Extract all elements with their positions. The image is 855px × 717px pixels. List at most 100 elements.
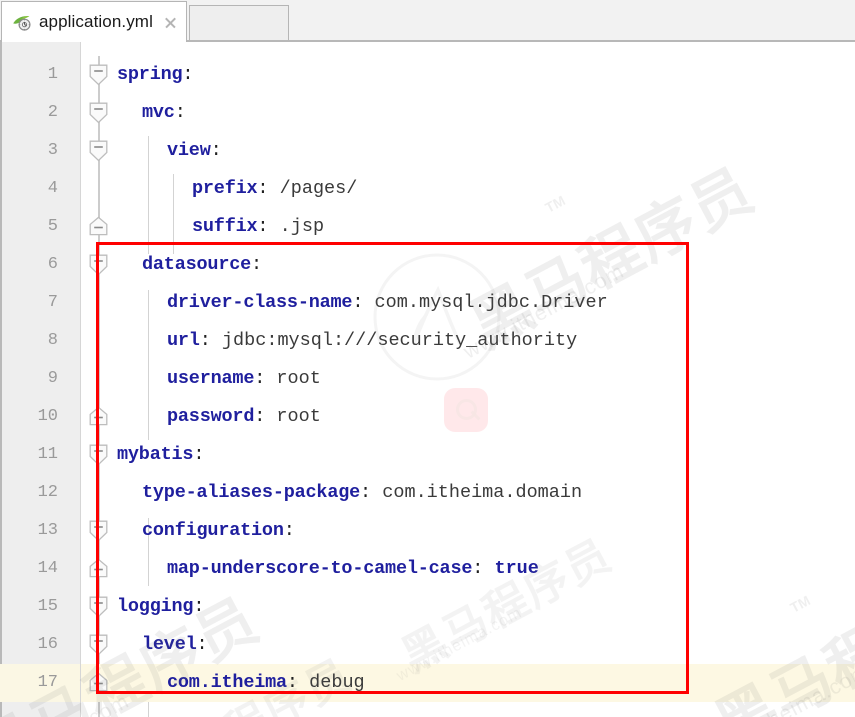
- line-number: 1: [47, 65, 58, 84]
- code-line[interactable]: 11 mybatis:: [0, 436, 855, 474]
- yaml-value: com.mysql.jdbc.Driver: [363, 292, 608, 313]
- yaml-colon: :: [251, 254, 263, 275]
- editor-tab-bar: application.yml: [0, 0, 855, 42]
- yaml-value: .jsp: [268, 216, 325, 237]
- code-line[interactable]: 15 logging:: [0, 588, 855, 626]
- fold-end-marker-icon[interactable]: [89, 216, 108, 237]
- yaml-value: jdbc:mysql:///security_authority: [210, 330, 578, 351]
- code-line-text: url: jdbc:mysql:///security_authority: [167, 322, 577, 360]
- yaml-key: suffix: [192, 216, 258, 237]
- code-line[interactable]: 6 datasource:: [0, 246, 855, 284]
- code-line-text: driver-class-name: com.mysql.jdbc.Driver: [167, 284, 608, 322]
- fold-collapse-icon[interactable]: [89, 520, 108, 542]
- code-line[interactable]: 1 spring:: [0, 56, 855, 94]
- fold-collapse-icon[interactable]: [89, 254, 108, 276]
- code-line-text: username: root: [167, 360, 321, 398]
- code-line[interactable]: 10 password: root: [0, 398, 855, 436]
- yaml-key: username: [167, 368, 255, 389]
- fold-collapse-icon[interactable]: [89, 596, 108, 618]
- yaml-colon: :: [257, 178, 269, 199]
- yaml-value: root: [265, 406, 321, 427]
- yaml-key: level: [142, 634, 197, 655]
- yaml-key: prefix: [192, 178, 258, 199]
- fold-end-marker-icon[interactable]: [89, 558, 108, 579]
- line-number: 5: [47, 217, 58, 236]
- code-line-text: com.itheima: debug: [167, 664, 365, 702]
- code-line[interactable]: 2 mvc:: [0, 94, 855, 132]
- code-line-text: password: root: [167, 398, 321, 436]
- line-number: 6: [47, 255, 58, 274]
- code-line[interactable]: 7 driver-class-name: com.mysql.jdbc.Drive…: [0, 284, 855, 322]
- close-icon[interactable]: [163, 15, 178, 30]
- code-editor[interactable]: 1 spring: 2 mvc: 3 view: 4 prefix: /pages/5 suff…: [0, 42, 855, 717]
- yaml-colon: :: [196, 634, 208, 655]
- fold-collapse-icon[interactable]: [89, 444, 108, 466]
- line-number: 10: [37, 407, 58, 426]
- code-line[interactable]: 3 view:: [0, 132, 855, 170]
- line-number: 7: [47, 293, 58, 312]
- code-line-text: map-underscore-to-camel-case: true: [167, 550, 539, 588]
- code-line[interactable]: 4 prefix: /pages/: [0, 170, 855, 208]
- line-number: 12: [37, 483, 58, 502]
- yaml-key: mvc: [142, 102, 175, 123]
- line-number: 3: [47, 141, 58, 160]
- fold-end-marker-icon[interactable]: [89, 672, 108, 693]
- yaml-value: com.itheima.domain: [371, 482, 583, 503]
- code-line-text: datasource:: [142, 246, 262, 284]
- line-number: 13: [37, 521, 58, 540]
- code-line-text: mvc:: [142, 94, 186, 132]
- line-number: 14: [37, 559, 58, 578]
- spring-yaml-file-icon: [11, 11, 33, 33]
- code-line-text: configuration:: [142, 512, 295, 550]
- code-line[interactable]: 12 type-aliases-package: com.itheima.doma…: [0, 474, 855, 512]
- code-line[interactable]: 9 username: root: [0, 360, 855, 398]
- yaml-key: datasource: [142, 254, 252, 275]
- line-number: 11: [37, 445, 58, 464]
- yaml-key: driver-class-name: [167, 292, 353, 313]
- yaml-colon: :: [352, 292, 364, 313]
- yaml-colon: :: [360, 482, 372, 503]
- line-number: 16: [37, 635, 58, 654]
- fold-collapse-icon[interactable]: [89, 102, 108, 124]
- yaml-value: root: [265, 368, 321, 389]
- yaml-value: true: [483, 558, 539, 579]
- yaml-value: /pages/: [268, 178, 358, 199]
- ide-editor-window: application.yml 1 spring: 2 mvc: 3 view: 4 pref…: [0, 0, 855, 717]
- fold-collapse-icon[interactable]: [89, 64, 108, 86]
- yaml-key: view: [167, 140, 211, 161]
- tab-bar-filler: [188, 5, 289, 41]
- code-line[interactable]: 13 configuration:: [0, 512, 855, 550]
- yaml-colon: :: [472, 558, 484, 579]
- code-line-text: suffix: .jsp: [192, 208, 324, 246]
- code-line[interactable]: 14 map-underscore-to-camel-case: true: [0, 550, 855, 588]
- code-line-text: prefix: /pages/: [192, 170, 357, 208]
- yaml-colon: :: [286, 672, 299, 693]
- code-line-text: spring:: [117, 56, 194, 94]
- code-line-text: view:: [167, 132, 222, 170]
- code-line-text: level:: [142, 626, 208, 664]
- editor-tab-application-yml[interactable]: application.yml: [1, 1, 187, 42]
- code-line-text: type-aliases-package: com.itheima.domain: [142, 474, 582, 512]
- code-line[interactable]: 17 com.itheima: debug: [0, 664, 855, 702]
- yaml-colon: :: [182, 64, 194, 85]
- code-line[interactable]: 5 suffix: .jsp: [0, 208, 855, 246]
- fold-end-marker-icon[interactable]: [89, 406, 108, 427]
- line-number: 4: [47, 179, 58, 198]
- yaml-key: mybatis: [117, 444, 194, 465]
- yaml-key: password: [167, 406, 255, 427]
- yaml-colon: :: [254, 406, 266, 427]
- yaml-colon: :: [199, 330, 211, 351]
- yaml-colon: :: [193, 444, 205, 465]
- line-number: 9: [47, 369, 58, 388]
- yaml-key: logging: [117, 596, 194, 617]
- line-number: 2: [47, 103, 58, 122]
- fold-collapse-icon[interactable]: [89, 140, 108, 162]
- yaml-colon: :: [174, 102, 186, 123]
- line-number: 8: [47, 331, 58, 350]
- yaml-key: map-underscore-to-camel-case: [167, 558, 473, 579]
- fold-collapse-icon[interactable]: [89, 634, 108, 656]
- yaml-key: spring: [117, 64, 183, 85]
- yaml-colon: :: [254, 368, 266, 389]
- code-line[interactable]: 8 url: jdbc:mysql:///security_authority: [0, 322, 855, 360]
- code-line[interactable]: 16 level:: [0, 626, 855, 664]
